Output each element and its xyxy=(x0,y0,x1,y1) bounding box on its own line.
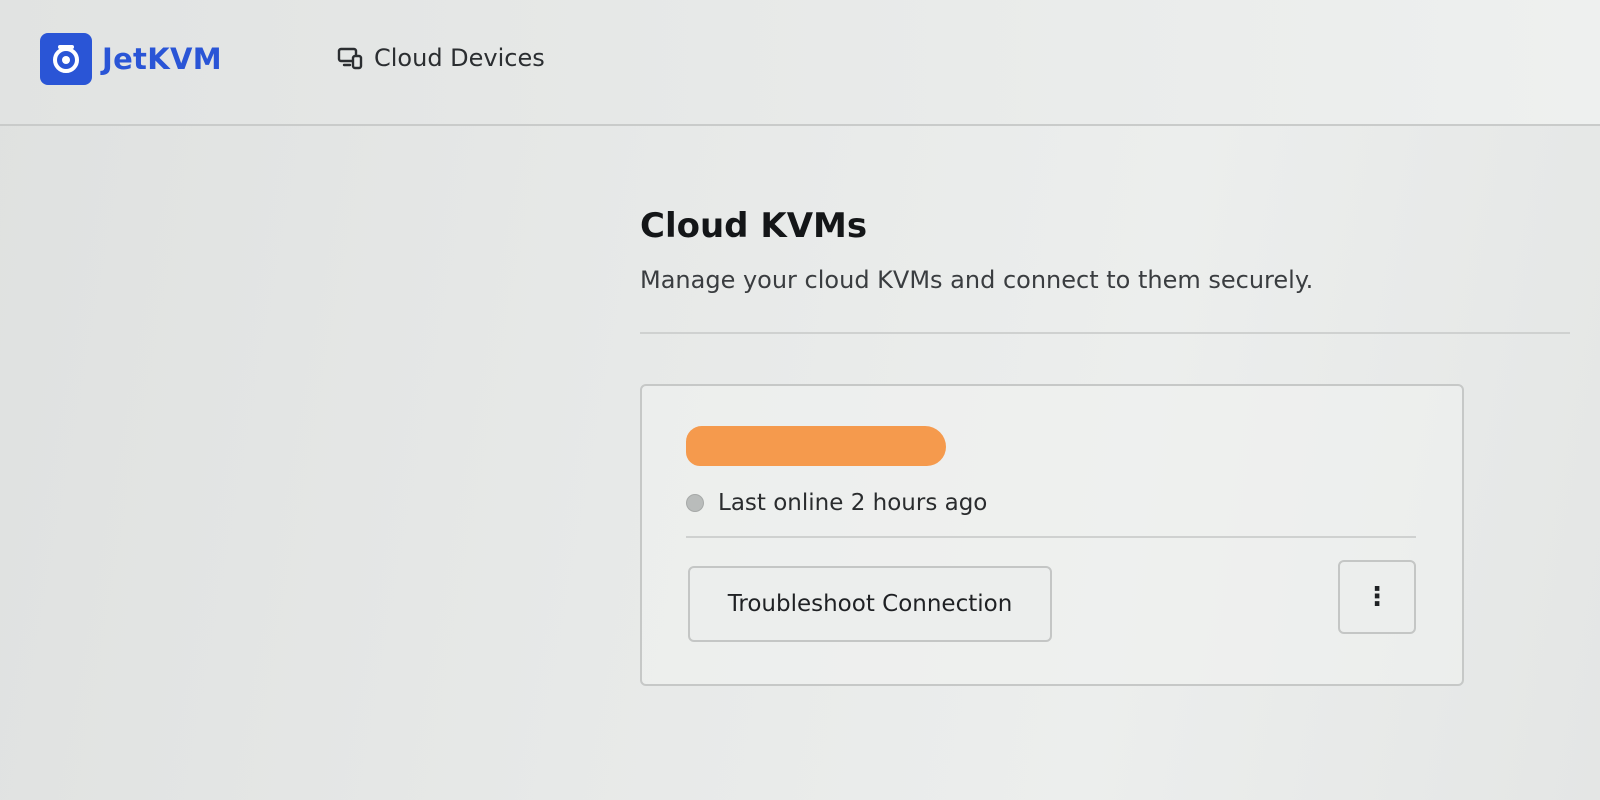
app-window: JetKVM Cloud Devices Cloud KVMs Manage y… xyxy=(0,0,1600,800)
more-vertical-icon: ⋮ xyxy=(1364,582,1390,612)
device-name-redacted xyxy=(686,426,946,466)
nav-cloud-devices-label: Cloud Devices xyxy=(374,44,545,72)
device-card: Last online 2 hours ago Troubleshoot Con… xyxy=(640,384,1464,686)
devices-icon xyxy=(336,44,364,72)
card-divider xyxy=(686,536,1416,538)
device-status-text: Last online 2 hours ago xyxy=(718,490,988,516)
device-status: Last online 2 hours ago xyxy=(686,490,987,516)
status-offline-dot-icon xyxy=(686,494,704,512)
nav-cloud-devices[interactable]: Cloud Devices xyxy=(336,44,545,72)
more-options-button[interactable]: ⋮ xyxy=(1338,560,1416,634)
top-navigation-bar: JetKVM Cloud Devices xyxy=(0,0,1600,126)
app-logo[interactable]: JetKVM xyxy=(40,33,222,85)
page-title: Cloud KVMs xyxy=(640,206,868,246)
app-name: JetKVM xyxy=(102,42,222,76)
section-divider xyxy=(640,332,1570,334)
main-content: Cloud KVMs Manage your cloud KVMs and co… xyxy=(640,200,1570,686)
jetkvm-logo-icon xyxy=(40,33,92,85)
troubleshoot-connection-button[interactable]: Troubleshoot Connection xyxy=(688,566,1052,642)
page-subtitle: Manage your cloud KVMs and connect to th… xyxy=(640,266,1314,294)
